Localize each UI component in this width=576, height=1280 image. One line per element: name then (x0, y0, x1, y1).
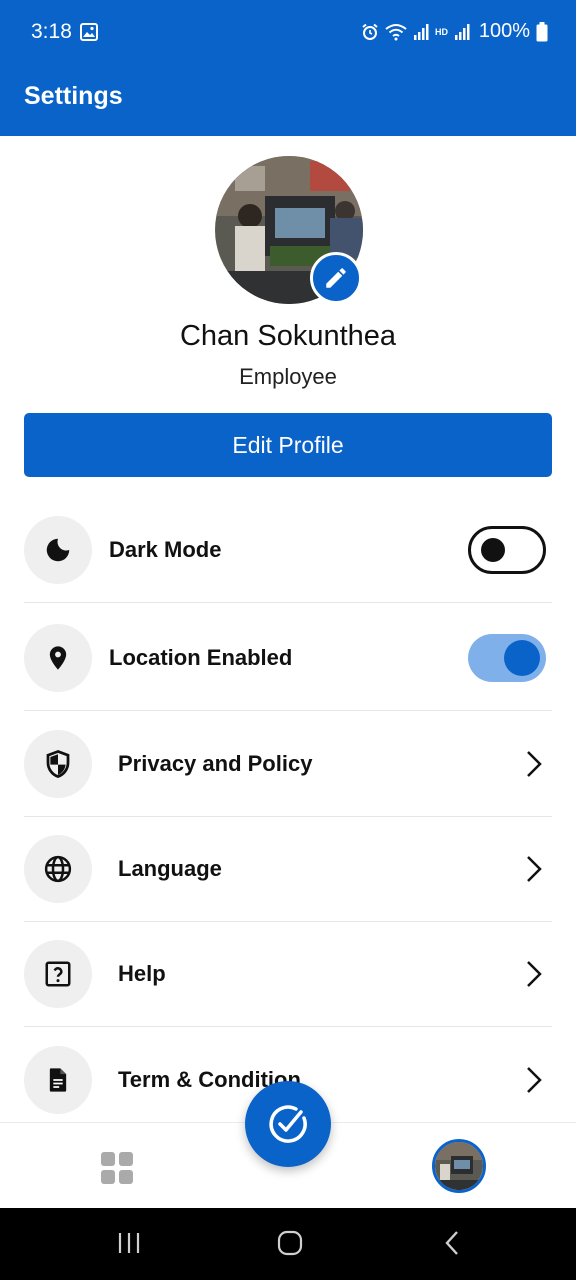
edit-profile-button[interactable]: Edit Profile (24, 413, 552, 477)
status-time: 3:18 (31, 20, 72, 43)
hd-signal-icon: HD (435, 23, 470, 40)
alarm-icon (362, 23, 378, 40)
dashboard-grid-icon[interactable] (100, 1151, 134, 1185)
moon-icon (24, 516, 92, 584)
chevron-right-icon (527, 961, 542, 987)
back-icon[interactable] (440, 1230, 466, 1256)
signal-icon (413, 23, 429, 40)
privacy-label: Privacy and Policy (118, 751, 313, 776)
home-icon[interactable] (277, 1230, 303, 1256)
svg-text:HD: HD (435, 27, 448, 37)
settings-row-location: Location Enabled (24, 606, 552, 711)
settings-row-help[interactable]: Help (24, 922, 552, 1027)
edit-avatar-button[interactable] (310, 252, 362, 304)
battery-icon (536, 21, 548, 41)
settings-row-privacy[interactable]: Privacy and Policy (24, 712, 552, 817)
battery-percent: 100% (478, 20, 530, 42)
chevron-right-icon (527, 751, 542, 777)
recent-apps-icon[interactable] (116, 1230, 142, 1256)
profile-role: Employee (239, 364, 337, 389)
check-circle-icon (269, 1105, 307, 1143)
help-label: Help (118, 961, 166, 986)
chevron-right-icon (527, 856, 542, 882)
toggle-knob (481, 538, 505, 562)
chevron-right-icon (527, 1066, 542, 1093)
language-label: Language (118, 856, 222, 881)
system-navigation-bar (0, 1208, 576, 1280)
wifi-icon (385, 23, 407, 40)
pencil-icon (326, 268, 346, 288)
settings-row-dark-mode: Dark Mode (24, 498, 552, 603)
help-icon (24, 940, 92, 1008)
gallery-notification-icon (80, 23, 98, 41)
settings-row-language[interactable]: Language (24, 817, 552, 922)
location-label: Location Enabled (109, 645, 293, 670)
toggle-knob (504, 640, 540, 676)
check-in-fab-button[interactable] (245, 1081, 331, 1167)
page-title: Settings (24, 82, 123, 110)
profile-name: Chan Sokunthea (179, 320, 397, 352)
dark-mode-toggle[interactable] (468, 526, 546, 574)
status-bar: 3:18 HD 100% (0, 0, 576, 62)
globe-icon (24, 835, 92, 903)
document-icon (24, 1045, 92, 1114)
location-pin-icon (24, 624, 92, 692)
app-bar: Settings (0, 62, 576, 136)
location-toggle[interactable] (468, 634, 546, 682)
shield-icon (24, 730, 92, 798)
dark-mode-label: Dark Mode (109, 537, 222, 562)
profile-tab-avatar[interactable] (432, 1139, 486, 1193)
profile-avatar-section (215, 156, 363, 304)
